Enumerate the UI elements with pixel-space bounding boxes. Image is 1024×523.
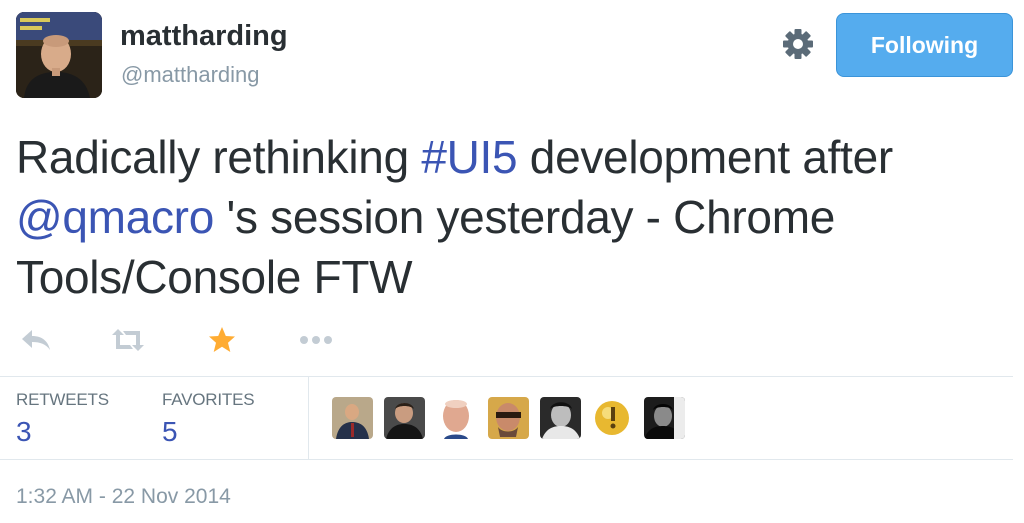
favoriter-avatar[interactable] [592,397,633,439]
tweet-text: Radically rethinking #UI5 development af… [16,127,1006,307]
retweet-icon[interactable] [108,320,148,360]
retweets-count: 3 [16,416,32,447]
display-name[interactable]: mattharding [120,20,288,53]
stats-separator [308,377,309,459]
favoriter-avatar[interactable] [384,397,425,439]
favorites-count: 5 [162,416,178,447]
screen-name[interactable]: @mattharding [121,62,260,88]
favoriter-avatar[interactable] [332,397,373,439]
following-button[interactable]: Following [836,13,1013,77]
tweet-text-part: Radically rethinking [16,131,422,183]
divider [0,376,1013,377]
more-icon[interactable] [296,320,336,360]
avatar-image [16,12,102,98]
tweet-text-part: development after [517,131,893,183]
favoriter-avatar[interactable] [644,397,685,439]
retweets-label: RETWEETS [16,390,109,409]
mention-link[interactable]: @qmacro [16,191,214,243]
reply-icon[interactable] [16,320,56,360]
star-icon[interactable] [202,320,242,360]
favoriter-avatar[interactable] [540,397,581,439]
retweets-stat[interactable]: RETWEETS 3 [16,390,109,448]
favorites-stat[interactable]: FAVORITES 5 [162,390,255,448]
favoriter-avatar[interactable] [436,397,477,439]
favorites-label: FAVORITES [162,390,255,409]
gear-icon[interactable] [780,26,816,62]
hashtag-link[interactable]: #UI5 [421,131,517,183]
tweet-timestamp[interactable]: 1:32 AM - 22 Nov 2014 [16,485,231,509]
avatar[interactable] [16,12,102,98]
favoriter-avatar[interactable] [488,397,529,439]
divider [0,459,1013,460]
